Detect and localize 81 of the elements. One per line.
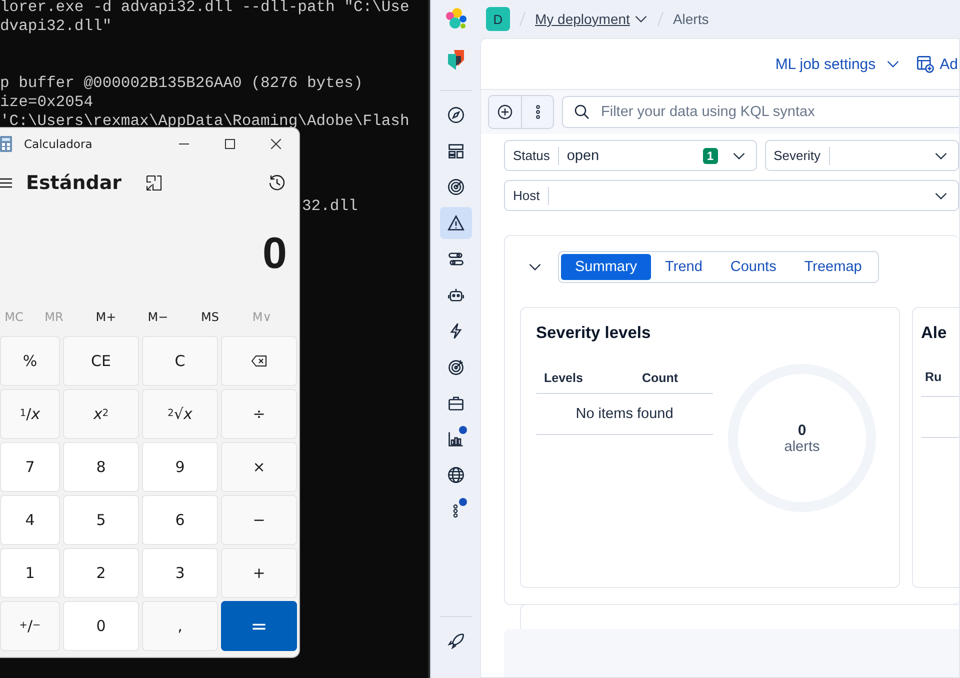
calculator-key[interactable]: 8 [63,442,139,492]
view-tab[interactable]: Counts [716,254,790,280]
card-title: Ale [921,324,948,343]
dashboard-icon [446,142,464,160]
briefcase-icon [446,394,464,412]
maximize-icon [225,138,235,148]
calculator-key[interactable]: + [221,548,297,598]
view-tab[interactable]: Treemap [790,254,876,280]
warning-icon [446,214,464,232]
calculator-display: 0 [262,228,288,280]
terminal-line: lorer.exe -d advapi32.dll --dll-path "C:\Use [0,0,410,17]
terminal-line: p buffer @000002B135B26AA0 (8276 bytes) [0,74,363,93]
rocket-icon [446,632,464,650]
ml-settings-dropdown[interactable]: ML job settings [775,56,900,72]
dots-icon [453,504,458,518]
filter-dropdown[interactable]: Status open 1 [504,140,757,171]
card-title: Severity levels [536,324,652,343]
view-tab[interactable]: Trend [651,254,716,280]
cluster-logo-icon [444,7,468,31]
keep-on-top-icon[interactable] [146,175,162,191]
terminal-line: 'C:\Users\rexmax\AppData\Roaming\Adobe\Flash [0,112,410,131]
calculator-key[interactable]: 7 [0,442,60,492]
calculator-key[interactable]: % [0,336,60,386]
terminal-line: ize=0x2054 [0,93,94,112]
alert-total-label: alerts [784,438,820,454]
compass-icon [446,106,464,124]
shield-logo-icon [446,48,466,72]
calculator-key[interactable]: ÷ [221,389,297,439]
menu-icon[interactable] [0,177,12,189]
plus-circle-icon [497,104,513,120]
close-icon [271,138,281,148]
add-button[interactable]: Ad [916,55,958,73]
vertical-dots-icon [534,104,540,120]
calculator-key[interactable]: = [221,601,297,651]
breadcrumb-link[interactable]: My deployment [535,11,648,27]
calculator-key[interactable]: 1 [0,548,60,598]
memory-button[interactable]: MS [184,310,236,324]
calculator-key[interactable]: CE [63,336,139,386]
window-title: Calculadora [24,136,94,150]
calculator-key[interactable]: − [221,495,297,545]
calculator-key[interactable]: 3 [142,548,218,598]
calculator-key[interactable]: C [142,336,218,386]
target-icon [446,358,464,376]
calculator-key[interactable]: 2 [63,548,139,598]
robot-icon [446,286,464,304]
memory-button[interactable]: M− [132,310,184,324]
breadcrumb-current: Alerts [672,11,709,27]
calculator-key[interactable]: 6 [142,495,218,545]
column-header: Ru [925,370,942,384]
calculator-key[interactable]: 4 [0,495,60,545]
calculator-key[interactable]: × [221,442,297,492]
calculator-key[interactable]: 5 [63,495,139,545]
column-header: Levels [543,371,584,385]
alert-total: 0 [798,422,806,438]
calculator-key[interactable]: 9 [142,442,218,492]
history-icon[interactable] [268,174,286,192]
mode-title: Estándar [26,172,122,194]
globe-icon [446,466,464,484]
search-field[interactable]: Filter your data using KQL syntax [562,96,959,128]
calculator-key[interactable]: x$^{2}$ [63,389,139,439]
sliders-icon [446,250,464,268]
empty-message: No items found [536,394,713,435]
deployment-avatar[interactable]: D [486,7,510,31]
calculator-key[interactable]: $^{2}$√x [142,389,218,439]
terminal-line: dvapi32.dll" [0,17,112,36]
count-badge: 1 [702,148,718,164]
calculator-key[interactable]: 0 [63,601,139,651]
table-plus-icon [916,55,934,73]
radar-icon [446,178,464,196]
terminal-line: 32.dll [302,197,358,216]
calculator-key[interactable]: $^{1}$/x [0,389,60,439]
column-header: Count [642,371,678,385]
view-tab[interactable]: Summary [561,254,652,280]
search-icon [574,104,590,120]
sidebar-item[interactable] [440,207,472,239]
memory-button[interactable]: M+ [80,310,132,324]
bar-chart-icon [446,430,464,448]
filter-dropdown[interactable]: Severity [764,140,959,171]
backspace-icon [251,355,267,367]
filter-dropdown[interactable]: Host [504,180,959,211]
calculator-key[interactable]: , [142,601,218,651]
